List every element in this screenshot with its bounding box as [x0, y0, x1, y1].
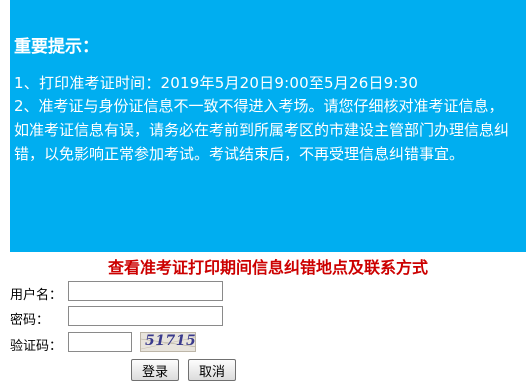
password-label: 密码： — [10, 313, 50, 328]
captcha-image[interactable]: 51715 — [140, 332, 196, 352]
error-correction-contact-link[interactable]: 查看准考证打印期间信息纠错地点及联系方式 — [0, 254, 526, 278]
notice-print-time: 1、打印准考证时间：2019年5月20日9:00至5月26日9:30 — [14, 72, 418, 93]
cancel-button[interactable]: 取消 — [188, 359, 236, 381]
captcha-code: 51715 — [145, 333, 196, 349]
notice-print-time-label: 1、打印准考证时间： — [14, 74, 161, 92]
notice-body-text: 2、准考证与身份证信息不一致不得进入考场。请您仔细核对准考证信息，如准考证信息有… — [14, 97, 510, 163]
login-button[interactable]: 登录 — [131, 359, 179, 381]
username-label: 用户名： — [10, 288, 63, 303]
username-input[interactable] — [68, 281, 223, 301]
notice-print-time-value: 2019年5月20日9:00至5月26日9:30 — [160, 74, 419, 92]
notice-title: 重要提示： — [14, 37, 99, 57]
captcha-input[interactable] — [68, 332, 132, 352]
notice-panel: 重要提示： 1、打印准考证时间：2019年5月20日9:00至5月26日9:30… — [10, 0, 526, 252]
password-input[interactable] — [68, 306, 223, 326]
captcha-label: 验证码： — [10, 339, 63, 354]
